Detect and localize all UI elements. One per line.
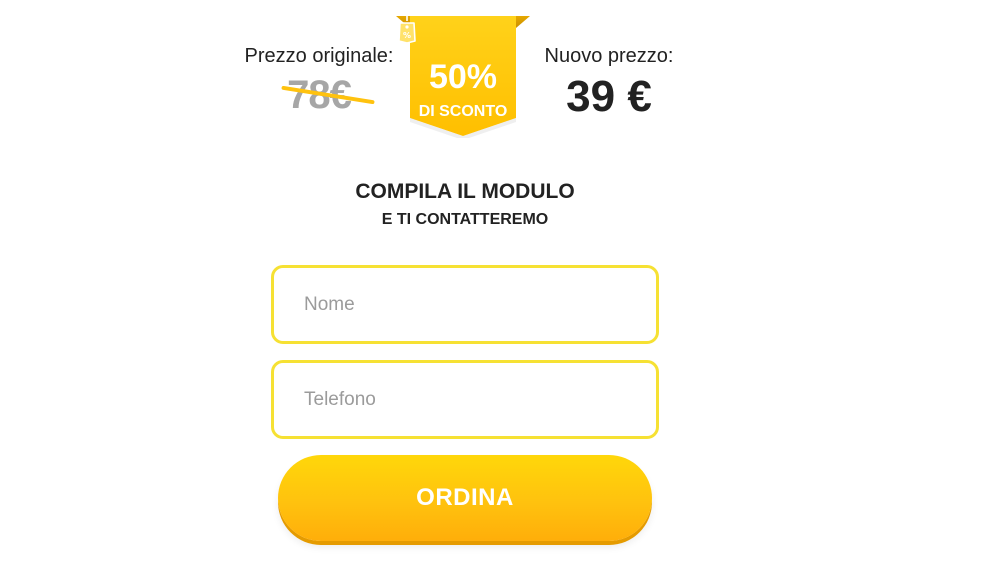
discount-label: DI SCONTO [418,103,508,120]
phone-input[interactable] [271,360,659,439]
percent-tag-icon: % [398,15,416,44]
new-price-caption: Nuovo prezzo: [544,45,674,67]
order-button[interactable]: ORDINA [278,455,652,541]
original-price-group: Prezzo originale: 78€ [236,44,402,118]
price-block: Prezzo originale: 78€ [0,0,994,150]
new-price-value: 39 € [566,72,652,121]
discount-percent: 50% [428,58,498,96]
form-title: COMPILA IL MODULO [355,180,575,203]
original-price-caption: Prezzo originale: [244,45,394,67]
new-price-group: Nuovo prezzo: 39 € [528,44,690,122]
form-subtitle: E TI CONTATTEREMO [381,211,549,228]
original-price-wrapper: 78€ [281,72,375,118]
svg-text:%: % [403,31,411,40]
form-heading: COMPILA IL MODULO E TI CONTATTEREMO [0,178,930,232]
discount-ribbon: % 50% DI SCONTO [396,14,530,138]
name-input[interactable] [271,265,659,344]
